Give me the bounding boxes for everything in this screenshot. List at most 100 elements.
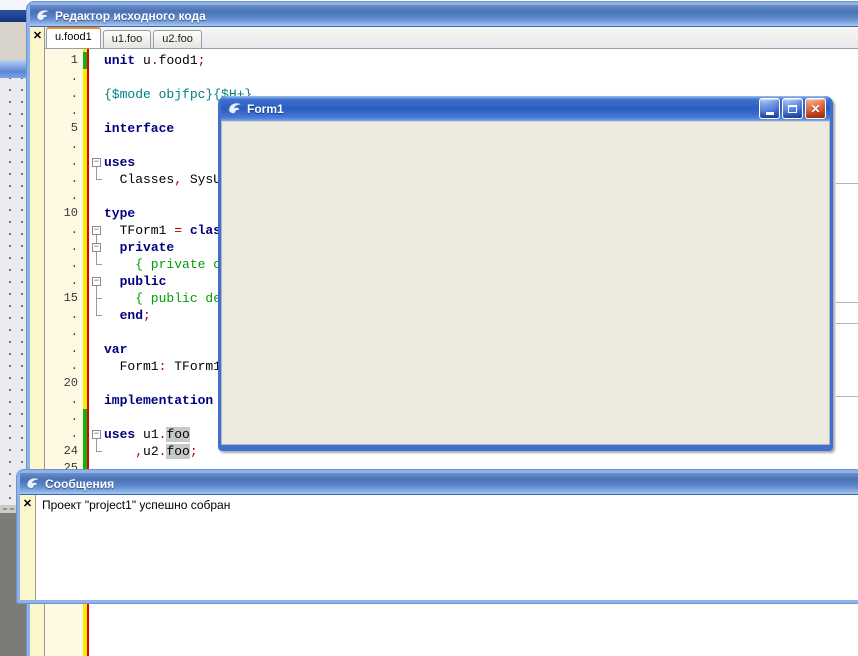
source-editor-titlebar[interactable]: Редактор исходного кода xyxy=(30,5,858,27)
messages-window: Сообщения ✕ Проект "project1" успешно со… xyxy=(17,470,858,603)
lazarus-icon xyxy=(25,476,40,491)
background-line xyxy=(836,396,858,397)
code-token: ; xyxy=(198,53,206,68)
code-token xyxy=(104,240,120,255)
fold-marker[interactable]: − xyxy=(92,243,101,252)
backdrop-caption-fragment xyxy=(0,60,27,78)
code-token: u1 xyxy=(135,427,158,442)
code-token: u xyxy=(135,53,151,68)
code-token: , xyxy=(174,172,182,187)
gutter-dot: . xyxy=(45,324,81,341)
minimize-button[interactable] xyxy=(759,98,780,119)
gutter-dot: . xyxy=(45,239,81,256)
code-token: type xyxy=(104,206,135,221)
fold-marker[interactable]: − xyxy=(92,158,101,167)
messages-titlebar[interactable]: Сообщения xyxy=(20,473,858,495)
code-token: = xyxy=(174,223,190,238)
source-editor-title: Редактор исходного кода xyxy=(55,9,206,23)
fold-range-end xyxy=(96,451,102,452)
form1-client-area[interactable] xyxy=(221,121,830,445)
gutter-dot: . xyxy=(45,69,81,86)
code-token: ; xyxy=(143,308,151,323)
gutter-dot: . xyxy=(45,409,81,426)
gutter-dot: . xyxy=(45,426,81,443)
code-token xyxy=(104,274,120,289)
code-token: TForm1 xyxy=(166,359,221,374)
gutter-dot: . xyxy=(45,392,81,409)
gutter-line-number: 1 xyxy=(45,52,81,69)
messages-side-strip: ✕ xyxy=(20,495,36,600)
gutter-line-number: 5 xyxy=(45,120,81,137)
code-token: ; xyxy=(190,444,198,459)
fold-range-line xyxy=(96,167,97,179)
fold-range-end xyxy=(96,179,102,180)
backdrop-top xyxy=(0,0,27,10)
fold-range-line xyxy=(96,286,97,315)
code-line[interactable] xyxy=(89,69,858,86)
fold-marker[interactable]: − xyxy=(92,277,101,286)
lazarus-icon xyxy=(35,8,50,23)
form1-title: Form1 xyxy=(247,102,284,116)
backdrop-panel-fragment xyxy=(0,22,27,60)
code-token: Form1 xyxy=(104,359,159,374)
code-token: uses xyxy=(104,155,135,170)
code-token: . xyxy=(151,53,159,68)
minimize-icon xyxy=(766,112,774,115)
editor-tab-u2.foo[interactable]: u2.foo xyxy=(153,30,202,48)
code-token: public xyxy=(120,274,167,289)
form-designer-grid-fragment[interactable] xyxy=(0,78,27,505)
editor-close-button[interactable]: ✕ xyxy=(31,30,44,43)
maximize-button[interactable] xyxy=(782,98,803,119)
fold-range-end xyxy=(96,264,102,265)
background-line xyxy=(836,183,858,184)
fold-marker[interactable]: − xyxy=(92,226,101,235)
gutter-dot: . xyxy=(45,358,81,375)
gutter-dot: . xyxy=(45,307,81,324)
form1-window[interactable]: Form1 ✕ xyxy=(218,96,833,451)
code-token: unit xyxy=(104,53,135,68)
gutter-dot: . xyxy=(45,103,81,120)
form1-titlebar[interactable]: Form1 ✕ xyxy=(221,96,830,121)
code-token: Classes xyxy=(104,172,174,187)
maximize-icon xyxy=(788,105,797,113)
code-token: uses xyxy=(104,427,135,442)
gutter-dot: . xyxy=(45,137,81,154)
editor-tabstrip: u.food1u1.foou2.foo xyxy=(45,27,858,49)
form1-caption-buttons: ✕ xyxy=(759,98,826,119)
gutter-line-number: 15 xyxy=(45,290,81,307)
background-line xyxy=(836,302,858,303)
code-token: var xyxy=(104,342,127,357)
code-token: u2 xyxy=(143,444,159,459)
gutter-dot: . xyxy=(45,341,81,358)
editor-tab-u1.foo[interactable]: u1.foo xyxy=(103,30,152,48)
message-item[interactable]: Проект "project1" успешно собран xyxy=(42,498,853,513)
code-line[interactable]: unit u.food1; xyxy=(89,52,858,69)
fold-marker[interactable]: − xyxy=(92,430,101,439)
editor-tab-u.food1[interactable]: u.food1 xyxy=(46,27,101,48)
messages-list: Проект "project1" успешно собран xyxy=(36,495,858,600)
code-token: interface xyxy=(104,121,174,136)
gutter-dot: . xyxy=(45,188,81,205)
messages-close-button[interactable]: ✕ xyxy=(21,498,34,511)
gutter-dot: . xyxy=(45,256,81,273)
fold-range-end xyxy=(96,315,102,316)
gutter-dot: . xyxy=(45,273,81,290)
code-token xyxy=(104,308,120,323)
lazarus-icon xyxy=(227,101,242,116)
code-token: TForm1 xyxy=(104,223,174,238)
code-token xyxy=(104,444,135,459)
close-button[interactable]: ✕ xyxy=(805,98,826,119)
screen: Редактор исходного кода ✕ u.food1u1.foou… xyxy=(0,0,858,656)
gutter-dot: . xyxy=(45,171,81,188)
code-token: food1 xyxy=(159,53,198,68)
gutter-dot: . xyxy=(45,222,81,239)
code-token: implementation xyxy=(104,393,213,408)
fold-range-line xyxy=(96,439,97,451)
gutter-dot: . xyxy=(45,86,81,103)
gutter-line-number: 20 xyxy=(45,375,81,392)
close-icon: ✕ xyxy=(810,103,820,115)
fold-range-end xyxy=(96,298,102,299)
backdrop-titlebar-fragment xyxy=(0,10,27,22)
code-token: , xyxy=(135,444,143,459)
gutter-line-number: 10 xyxy=(45,205,81,222)
